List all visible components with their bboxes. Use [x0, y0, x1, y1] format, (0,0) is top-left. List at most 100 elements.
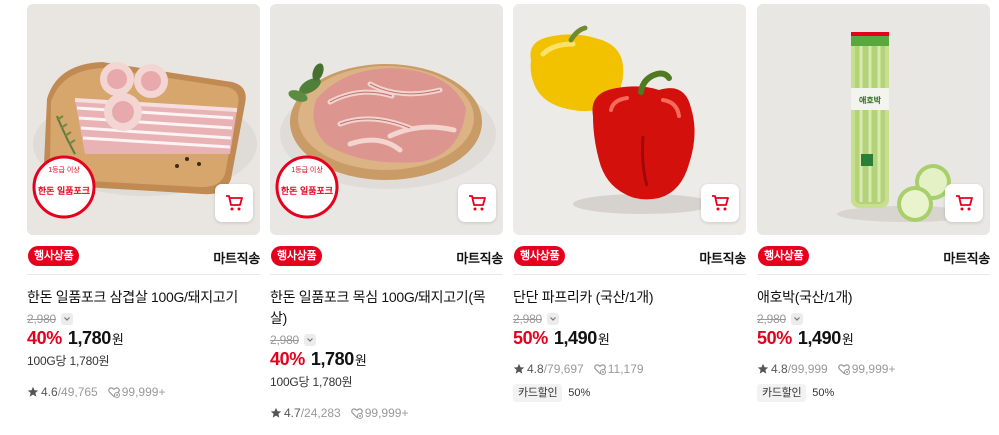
price-info-toggle[interactable] — [791, 313, 804, 325]
delivery-label: 마트직송 — [213, 251, 260, 266]
review-count: /49,765 — [57, 385, 98, 399]
product-meta: 행사상품 마트직송 — [513, 235, 746, 275]
likes: 11,179 — [593, 362, 644, 376]
event-badge: 행사상품 — [758, 246, 810, 266]
delivery-label: 마트직송 — [456, 251, 503, 266]
likes-count: 11,179 — [607, 362, 644, 376]
rating-value: 4.7 — [284, 406, 301, 420]
review-count: /79,697 — [543, 362, 584, 376]
original-price-row: 2,980 — [27, 312, 260, 326]
star-icon — [270, 407, 282, 419]
package-text: 애호박 — [859, 95, 882, 105]
product-name[interactable]: 단단 파프리카 (국산/1개) — [513, 287, 746, 308]
card-discount: 카드할인 50% — [757, 384, 990, 402]
review-row: 4.8 /79,697 11,179 — [513, 362, 746, 376]
label-top-text: 1등급 이상 — [48, 165, 80, 174]
wishlist-icon — [350, 407, 363, 419]
cart-icon — [469, 195, 486, 211]
event-badge: 행사상품 — [271, 246, 323, 266]
likes-count: 99,999+ — [121, 385, 166, 399]
currency-label: 원 — [841, 332, 854, 347]
product-meta: 행사상품 마트직송 — [27, 235, 260, 275]
product-card[interactable]: 애호박 행사상품 마트직송 애호박(국산/1개) 2,980 50% 1,490… — [757, 4, 990, 402]
star-icon — [513, 363, 525, 375]
event-badge: 행사상품 — [514, 246, 566, 266]
cart-icon — [226, 195, 243, 211]
rating-value: 4.8 — [527, 362, 544, 376]
add-to-cart-button[interactable] — [945, 184, 983, 222]
chevron-down-icon — [64, 317, 70, 321]
price-info-toggle[interactable] — [304, 334, 317, 346]
add-to-cart-button[interactable] — [215, 184, 253, 222]
price-row: 50% 1,490 원 — [757, 328, 990, 350]
original-price: 2,980 — [757, 312, 787, 326]
original-price: 2,980 — [270, 333, 300, 347]
product-image[interactable]: 1등급 이상 한돈 일품포크 — [270, 4, 503, 235]
product-grid: 1등급 이상 한돈 일품포크 행사상품 마트직송 한돈 일품포크 삼겹살 100… — [0, 0, 999, 435]
unit-price: 100G당 1,780원 — [270, 375, 353, 389]
card-discount-tag: 카드할인 — [513, 384, 563, 402]
cart-icon — [712, 195, 729, 211]
sale-price: 1,780 — [310, 349, 354, 369]
original-price-row: 2,980 — [513, 312, 746, 326]
star-icon — [757, 363, 769, 375]
product-image[interactable]: 애호박 — [757, 4, 990, 235]
chevron-down-icon — [550, 317, 556, 321]
discount-rate: 40% — [270, 349, 305, 369]
cart-icon — [956, 195, 973, 211]
discount-rate: 50% — [513, 328, 548, 348]
original-price: 2,980 — [513, 312, 543, 326]
review-row: 4.8 /99,999 99,999+ — [757, 362, 990, 376]
wishlist-icon — [837, 363, 850, 375]
discount-rate: 50% — [757, 328, 792, 348]
product-card[interactable]: 행사상품 마트직송 단단 파프리카 (국산/1개) 2,980 50% 1,49… — [513, 4, 746, 402]
event-badge: 행사상품 — [28, 246, 80, 266]
add-to-cart-button[interactable] — [458, 184, 496, 222]
review-row: 4.6 /49,765 99,999+ — [27, 385, 260, 399]
star-icon — [27, 386, 39, 398]
wishlist-icon — [107, 386, 120, 398]
likes-count: 99,999+ — [364, 406, 409, 420]
review-count: /24,283 — [300, 406, 341, 420]
chevron-down-icon — [307, 338, 313, 342]
original-price: 2,980 — [27, 312, 57, 326]
price-info-toggle[interactable] — [547, 313, 560, 325]
card-discount-tag: 카드할인 — [757, 384, 807, 402]
product-name[interactable]: 한돈 일품포크 삼겹살 100G/돼지고기 — [27, 287, 260, 308]
price-row: 40% 1,780 원 — [270, 349, 503, 371]
product-image[interactable] — [513, 4, 746, 235]
price-row: 50% 1,490 원 — [513, 328, 746, 350]
review-row: 4.7 /24,283 99,999+ — [270, 406, 503, 420]
product-name[interactable]: 한돈 일품포크 목심 100G/돼지고기(목살) — [270, 287, 503, 329]
original-price-row: 2,980 — [757, 312, 990, 326]
price-row: 40% 1,780 원 — [27, 328, 260, 350]
label-top-text: 1등급 이상 — [291, 165, 323, 174]
label-main-text: 한돈 일품포크 — [38, 185, 90, 196]
sale-price: 1,490 — [553, 328, 597, 348]
card-discount-rate: 50% — [568, 387, 591, 399]
card-discount-rate: 50% — [812, 387, 835, 399]
rating-value: 4.8 — [771, 362, 788, 376]
product-name[interactable]: 애호박(국산/1개) — [757, 287, 990, 308]
price-info-toggle[interactable] — [61, 313, 74, 325]
product-image[interactable]: 1등급 이상 한돈 일품포크 — [27, 4, 260, 235]
likes: 99,999+ — [837, 362, 896, 376]
currency-label: 원 — [354, 353, 367, 368]
product-meta: 행사상품 마트직송 — [757, 235, 990, 275]
wishlist-icon — [593, 363, 606, 375]
delivery-label: 마트직송 — [699, 251, 746, 266]
delivery-label: 마트직송 — [943, 251, 990, 266]
unit-price: 100G당 1,780원 — [27, 354, 110, 368]
add-to-cart-button[interactable] — [701, 184, 739, 222]
label-main-text: 한돈 일품포크 — [281, 185, 333, 196]
sale-price: 1,780 — [67, 328, 111, 348]
likes-count: 99,999+ — [851, 362, 896, 376]
likes: 99,999+ — [350, 406, 409, 420]
review-count: /99,999 — [787, 362, 828, 376]
currency-label: 원 — [111, 332, 124, 347]
card-discount: 카드할인 50% — [513, 384, 746, 402]
product-meta: 행사상품 마트직송 — [270, 235, 503, 275]
product-card[interactable]: 1등급 이상 한돈 일품포크 행사상품 마트직송 한돈 일품포크 목심 100G… — [270, 4, 503, 420]
currency-label: 원 — [597, 332, 610, 347]
product-card[interactable]: 1등급 이상 한돈 일품포크 행사상품 마트직송 한돈 일품포크 삼겹살 100… — [27, 4, 260, 399]
